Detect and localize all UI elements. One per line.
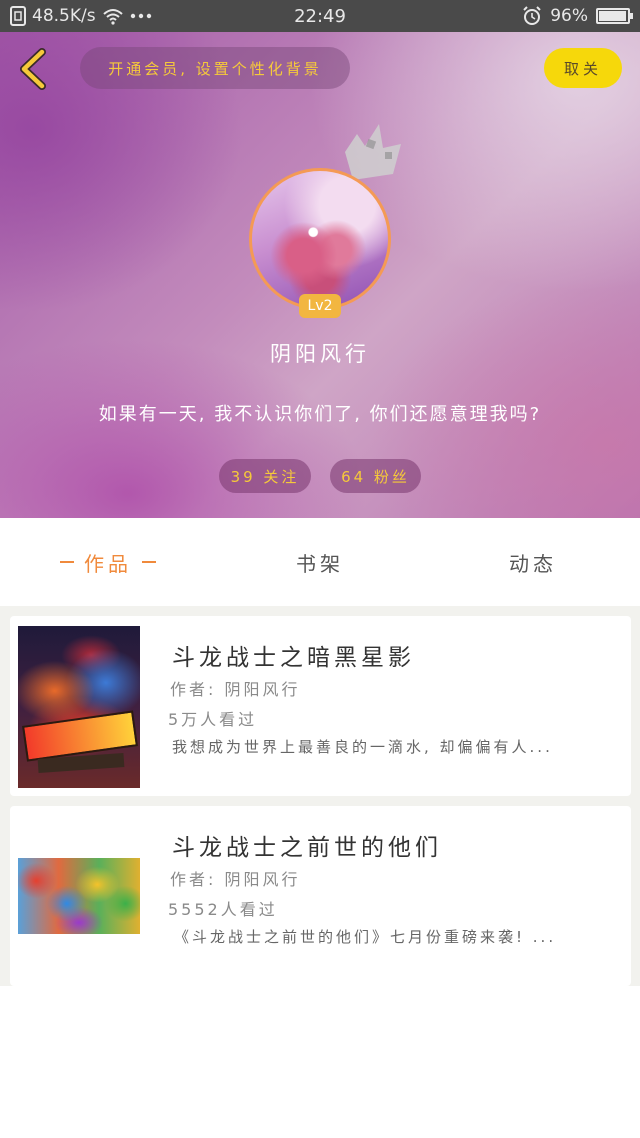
active-tab-marker-right xyxy=(142,561,156,563)
tab-works[interactable]: 作品 xyxy=(28,518,188,606)
book-description: 《斗龙战士之前世的他们》七月份重磅来袭! ... xyxy=(174,928,557,946)
book-views: 5552人看过 xyxy=(168,900,278,919)
battery-icon xyxy=(596,8,633,24)
alarm-icon xyxy=(523,6,541,25)
book-list: 斗龙战士之暗黑星影 作者: 阴阳风行 5万人看过 我想成为世界上最善良的一滴水,… xyxy=(0,606,640,986)
tab-activity[interactable]: 动态 xyxy=(453,518,613,606)
profile-header: 开通会员, 设置个性化背景 取关 Lv2 阴阳风行 如果有一天, 我不认识你们了… xyxy=(0,32,640,518)
content-tabs: 作品 书架 动态 xyxy=(0,518,640,606)
book-description: 我想成为世界上最善良的一滴水, 却偏偏有人... xyxy=(172,738,553,756)
book-cover[interactable] xyxy=(18,626,140,788)
book-views: 5万人看过 xyxy=(168,710,258,729)
book-author: 作者: 阴阳风行 xyxy=(170,870,301,889)
book-cover[interactable] xyxy=(18,816,140,978)
unfollow-button[interactable]: 取关 xyxy=(544,48,622,88)
avatar[interactable] xyxy=(249,168,391,310)
list-item[interactable]: 斗龙战士之暗黑星影 作者: 阴阳风行 5万人看过 我想成为世界上最善良的一滴水,… xyxy=(10,616,631,796)
tab-bookshelf[interactable]: 书架 xyxy=(240,518,400,606)
tab-bookshelf-label: 书架 xyxy=(296,551,344,576)
chevron-left-icon xyxy=(20,48,46,90)
username: 阴阳风行 xyxy=(270,342,370,366)
back-button[interactable] xyxy=(14,46,54,92)
tab-activity-label: 动态 xyxy=(509,551,557,576)
book-title[interactable]: 斗龙战士之前世的他们 xyxy=(172,828,442,862)
status-right: 96% xyxy=(522,0,633,32)
battery-fill xyxy=(599,11,626,21)
following-count-button[interactable]: 39 关注 xyxy=(219,459,311,493)
battery-percent: 96% xyxy=(550,6,588,26)
fans-count-button[interactable]: 64 粉丝 xyxy=(330,459,421,493)
tab-works-label: 作品 xyxy=(84,551,132,576)
book-author: 作者: 阴阳风行 xyxy=(170,680,301,699)
status-bar: 48.5K/s 22:49 96% xyxy=(0,0,640,32)
active-tab-marker-left xyxy=(60,561,74,563)
cover-art xyxy=(18,858,140,934)
book-title[interactable]: 斗龙战士之暗黑星影 xyxy=(172,638,415,672)
list-item[interactable]: 斗龙战士之前世的他们 作者: 阴阳风行 5552人看过 《斗龙战士之前世的他们》… xyxy=(10,806,631,986)
level-badge: Lv2 xyxy=(299,294,341,318)
vip-banner[interactable]: 开通会员, 设置个性化背景 xyxy=(80,47,350,89)
user-bio: 如果有一天, 我不认识你们了, 你们还愿意理我吗? xyxy=(98,404,542,425)
